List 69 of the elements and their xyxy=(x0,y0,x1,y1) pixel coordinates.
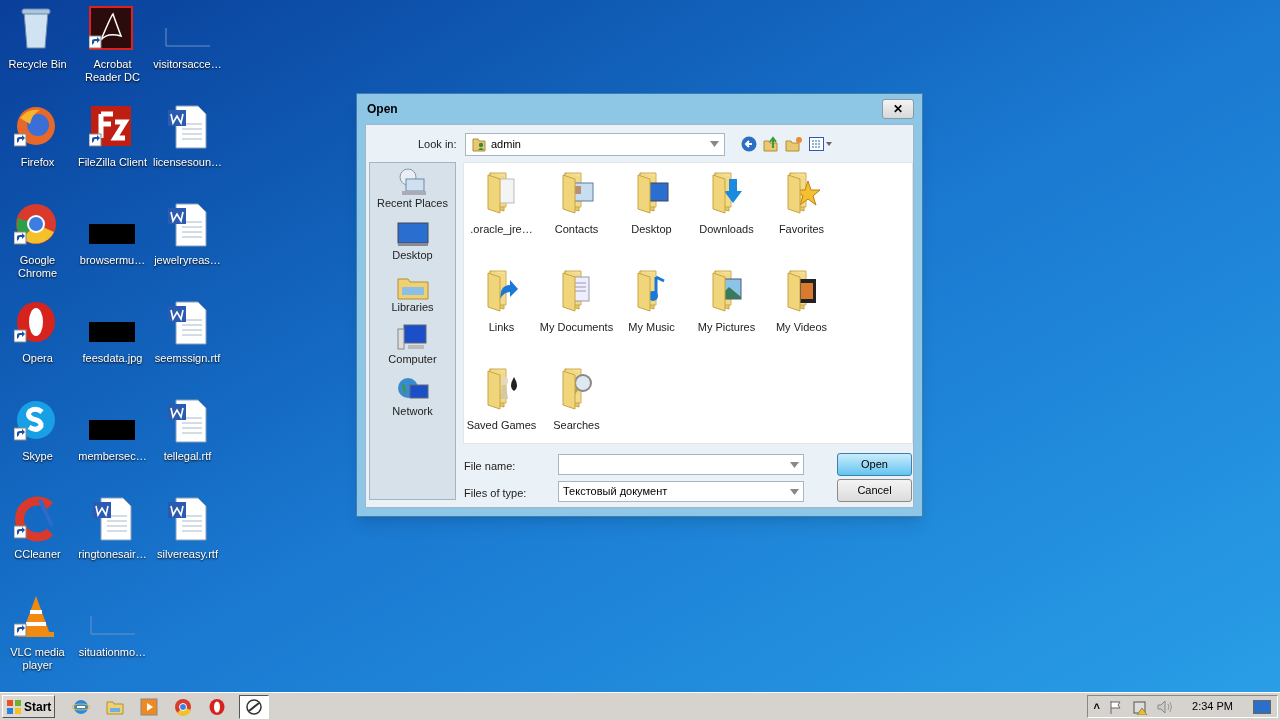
icon-label: Firefox xyxy=(19,156,56,169)
show-desktop-icon[interactable] xyxy=(1253,699,1271,714)
windows-logo-icon xyxy=(6,698,22,715)
file-name-field[interactable] xyxy=(558,454,804,475)
folder-label[interactable]: My Music xyxy=(628,319,675,336)
dropdown-value: Текстовый документ xyxy=(563,484,669,500)
folder-label[interactable]: My Videos xyxy=(775,319,828,336)
taskbar-button[interactable] xyxy=(239,694,270,719)
view-menu-icon[interactable] xyxy=(809,137,833,151)
icon-label: tellegal.rtf xyxy=(162,450,213,463)
icon-label: situationmo… xyxy=(77,646,148,659)
caret-icon xyxy=(710,141,719,147)
folder-label[interactable]: Downloads xyxy=(699,221,754,238)
folder-label[interactable]: My Documents xyxy=(539,319,614,336)
round-browser-icon xyxy=(174,697,193,716)
monitor-icon xyxy=(395,219,430,249)
icon-label: seemssign.rtf xyxy=(153,352,222,365)
folder-up-icon[interactable] xyxy=(763,136,779,152)
window-title: Open xyxy=(367,101,398,118)
folder-dropdown[interactable]: admin xyxy=(465,132,725,156)
folder-label[interactable]: Favorites xyxy=(778,221,825,238)
folder-label[interactable]: My Pictures xyxy=(697,319,756,336)
place-item[interactable]: Network xyxy=(370,375,455,427)
place-item[interactable]: Computer xyxy=(370,323,455,375)
place-item[interactable]: Desktop xyxy=(370,219,455,271)
icon-label: membersec… xyxy=(77,450,148,463)
folder-label[interactable]: Searches xyxy=(553,417,600,434)
icon-label: Recycle Bin xyxy=(7,58,68,71)
browser-e-icon xyxy=(72,697,91,716)
network-warning-icon[interactable] xyxy=(1132,698,1149,715)
icon-label: VLC media player xyxy=(9,646,66,672)
open-button[interactable]: Open xyxy=(837,453,912,476)
place-item[interactable]: Libraries xyxy=(370,271,455,323)
folder-label[interactable]: Links xyxy=(488,319,515,336)
icon-label: CCleaner xyxy=(13,548,62,561)
folder-label[interactable]: Contacts xyxy=(554,221,599,238)
icon-label: Acrobat Reader DC xyxy=(84,58,141,84)
caret-icon xyxy=(790,488,799,495)
folder-label[interactable]: .oracle_jre… xyxy=(470,221,533,238)
icon-label: ringtonesair… xyxy=(77,548,148,561)
icon-label: FileZilla Client xyxy=(76,156,149,169)
icon-label: feesdata.jpg xyxy=(81,352,144,365)
computer-icon xyxy=(395,323,430,353)
letter-o-icon xyxy=(208,697,227,716)
icon-label: Opera xyxy=(21,352,54,365)
icon-label: Google Chrome xyxy=(16,254,59,280)
close-button[interactable]: ✕ xyxy=(882,99,914,119)
caret-icon xyxy=(790,461,799,468)
field-label: File name: xyxy=(464,459,516,474)
folder-label[interactable]: Saved Games xyxy=(466,417,537,434)
cancel-button[interactable]: Cancel xyxy=(837,479,912,502)
field-label: Look in: xyxy=(418,136,458,152)
icon-label: browsermu… xyxy=(78,254,147,267)
dropdown-value: admin xyxy=(491,136,522,152)
icon-label: silvereasy.rtf xyxy=(156,548,219,561)
icon-label: licensesoun… xyxy=(151,156,224,169)
place-item[interactable]: Recent Places xyxy=(370,167,455,219)
icon-label: jewelryreas… xyxy=(153,254,222,267)
file-type-dropdown[interactable]: Текстовый документ xyxy=(558,481,804,502)
speaker-icon[interactable] xyxy=(1156,698,1175,715)
user-folder-icon xyxy=(472,136,486,152)
clock[interactable]: 2:34 PM xyxy=(1192,698,1233,715)
icon-label: Skype xyxy=(21,450,54,463)
start-button[interactable]: Start xyxy=(2,695,56,718)
play-button-icon xyxy=(140,697,159,716)
field-label: Files of type: xyxy=(464,486,527,501)
folder-label[interactable]: Desktop xyxy=(631,221,672,238)
show-hidden-icons-button[interactable]: ˄ xyxy=(1093,698,1101,715)
icon-label: visitorsacce… xyxy=(152,58,223,71)
